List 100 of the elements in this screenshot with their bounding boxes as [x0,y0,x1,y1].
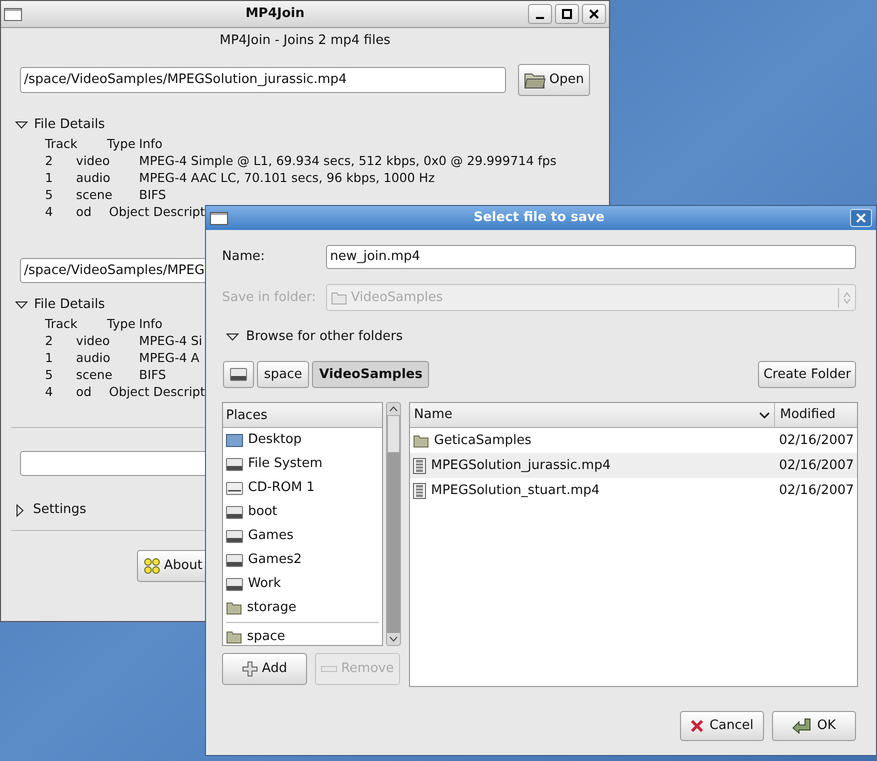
table-cell-text: 2 [45,152,54,169]
folder-icon [524,71,546,89]
expander-label[interactable]: Settings [33,500,86,520]
create-folder-button[interactable]: Create Folder [758,361,856,388]
table-cell-text: audio [76,169,112,186]
column-header[interactable]: Name [410,403,775,427]
place-item[interactable]: space [223,625,382,649]
table-cell-text: audio [76,349,112,366]
scrollbar[interactable] [386,402,401,646]
file-date: 02/16/2007 [778,482,855,500]
ok-button[interactable]: OK [772,711,856,741]
drive-icon [226,530,243,542]
path-button[interactable]: space [257,361,310,388]
name-label: Name: [222,248,266,266]
expander-triangle-icon[interactable] [226,333,239,341]
table-cell: BIFS [139,186,166,203]
column-header: Type [107,135,136,152]
table-cell-text: 1 [45,349,54,366]
column-header: Track [45,135,78,152]
file-name[interactable]: MPEGSolution_stuart.mp4 [431,480,600,500]
desktop-icon [226,434,243,446]
file-date: 02/16/2007 [778,456,855,475]
path-button[interactable] [223,361,254,388]
up-down-arrows-icon [843,292,851,304]
folder-icon [413,434,429,448]
column-header: Type [107,315,136,332]
expander-label[interactable]: File Details [34,295,105,315]
stars-icon [144,558,160,574]
sort-chevron-icon [759,412,770,418]
drive-icon [226,554,243,566]
open-button[interactable]: Open [518,64,590,96]
table-cell: MPEG-4 Si [139,332,202,349]
drive-icon [226,506,243,518]
minimize-button[interactable] [528,4,552,24]
table-cell-text: 4 [45,203,54,220]
minimize-icon [536,17,544,19]
close-icon [856,213,866,223]
place-item[interactable]: File System [223,452,382,476]
table-cell-text: 5 [45,186,54,203]
add-button[interactable]: Add [222,653,307,685]
network-folder-icon [226,601,242,615]
place-item[interactable]: boot [223,500,382,524]
minus-icon [321,666,338,672]
file-name[interactable]: MPEGSolution_jurassic.mp4 [431,456,611,476]
table-cell: MPEG-4 AAC LC, 70.101 secs, 96 kbps, 1000 Hz [139,169,435,186]
name-field[interactable]: new_join.mp4 [326,245,856,269]
place-item[interactable]: Games2 [223,548,382,572]
save-folder-label: Save in folder: [222,288,317,307]
table-cell-text: 4 [45,383,54,400]
column-header: Info [139,315,162,332]
expander-triangle-icon[interactable] [15,301,28,309]
table-cell-text: 1 [45,169,54,186]
drive-icon [226,482,243,494]
column-header: Track [45,315,78,332]
table-cell-text: 5 [45,366,54,383]
film-file-icon [413,482,426,498]
expander-triangle-icon[interactable] [15,121,28,129]
expander-label[interactable]: File Details [34,115,105,135]
return-arrow-icon [792,718,812,734]
table-cell-text: od [76,203,92,220]
scrollbar-thumb[interactable] [387,453,400,633]
place-item[interactable]: Desktop [223,428,382,452]
place-item[interactable]: Work [223,572,382,596]
table-cell-text: 2 [45,332,54,349]
close-button[interactable] [582,4,606,24]
window-menu-icon[interactable] [210,212,228,224]
table-cell-text: video [76,332,111,349]
file-path-field[interactable]: /space/VideoSamples/MPEGSolution_jurassic.mp4 [20,67,506,93]
table-cell-text: scene [76,366,114,383]
table-cell-text: scene [76,186,114,203]
column-header[interactable]: Modified [775,403,857,427]
subtitle: MP4Join - Joins 2 mp4 files [218,32,392,50]
table-cell: BIFS [139,366,166,383]
place-item[interactable]: CD-ROM 1 [223,476,382,500]
plus-icon [242,661,258,677]
expander-triangle-icon[interactable] [16,504,24,516]
drive-icon [226,458,243,470]
file-date: 02/16/2007 [778,432,855,450]
maximize-icon [562,9,572,19]
drive-icon [226,578,243,590]
film-file-icon [413,458,426,474]
maximize-button[interactable] [555,4,579,24]
folder-icon [226,630,242,644]
drive-icon [230,368,247,381]
place-item[interactable]: Games [223,524,382,548]
table-cell: MPEG-4 Simple @ L1, 69.934 secs, 512 kbps, 0x0 @ 29.999714 fps [139,152,556,169]
path-button[interactable]: VideoSamples [312,361,430,388]
cancel-button[interactable]: Cancel [680,711,764,741]
file-name[interactable]: GeticaSamples [434,430,532,450]
expander-label[interactable]: Browse for other folders [246,327,403,347]
close-icon [589,9,599,19]
place-item[interactable]: storage [223,596,382,620]
dialog-title: Select file to save [472,209,606,228]
table-cell: MPEG-4 A [139,349,200,366]
column-header[interactable]: Places [223,403,382,428]
table-cell-text: video [76,152,111,169]
table-cell-text: od [76,383,92,400]
table-cell: Object Descript [109,203,205,220]
window-menu-icon[interactable] [4,8,22,20]
window-title: MP4Join [244,5,306,24]
